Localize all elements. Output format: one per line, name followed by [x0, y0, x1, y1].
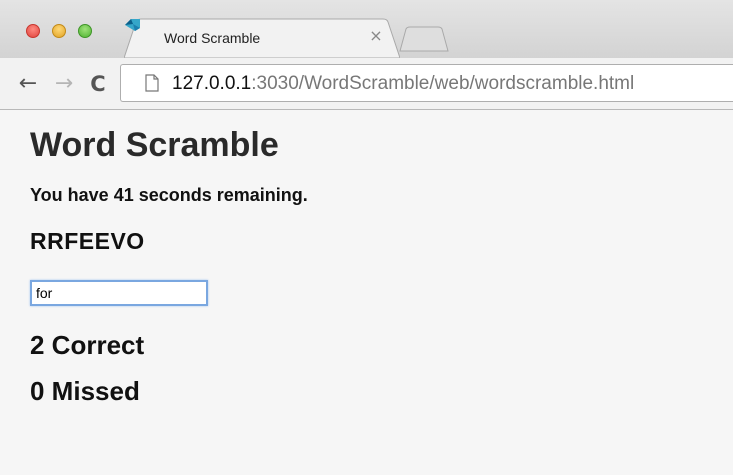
- tab-title: Word Scramble: [164, 30, 261, 46]
- tab-close-icon[interactable]: ×: [368, 28, 384, 44]
- correct-count: 2 Correct: [30, 330, 145, 360]
- back-button[interactable]: ←: [16, 72, 40, 96]
- scrambled-word: RRFEEVO: [30, 228, 145, 254]
- forward-button[interactable]: →: [52, 72, 76, 96]
- close-window-button[interactable]: [26, 24, 40, 38]
- minimize-window-button[interactable]: [52, 24, 66, 38]
- page-title: Word Scramble: [30, 126, 279, 164]
- new-tab-button[interactable]: [398, 26, 450, 52]
- url-path: :3030/WordScramble/web/wordscramble.html: [251, 73, 635, 94]
- url-text: 127.0.0.1:3030/WordScramble/web/wordscra…: [172, 73, 634, 95]
- tab-strip: Word Scramble ×: [0, 0, 733, 58]
- guess-input[interactable]: [30, 280, 208, 306]
- page-content: Word Scramble You have 41 seconds remain…: [0, 110, 733, 475]
- page-icon: [145, 74, 159, 92]
- dart-icon: [125, 19, 140, 31]
- maximize-window-button[interactable]: [78, 24, 92, 38]
- address-bar[interactable]: 127.0.0.1:3030/WordScramble/web/wordscra…: [120, 64, 733, 102]
- browser-toolbar: ← → C 127.0.0.1:3030/WordScramble/web/wo…: [0, 58, 733, 110]
- reload-button[interactable]: C: [86, 72, 110, 96]
- missed-count: 0 Missed: [30, 376, 140, 406]
- tab-word-scramble[interactable]: Word Scramble ×: [124, 18, 400, 58]
- new-tab-icon: [399, 26, 449, 52]
- url-host: 127.0.0.1: [172, 73, 252, 94]
- browser-window: Word Scramble × ← → C 127.0.0.1:3030/Wor…: [0, 0, 733, 475]
- timer-text: You have 41 seconds remaining.: [30, 185, 308, 205]
